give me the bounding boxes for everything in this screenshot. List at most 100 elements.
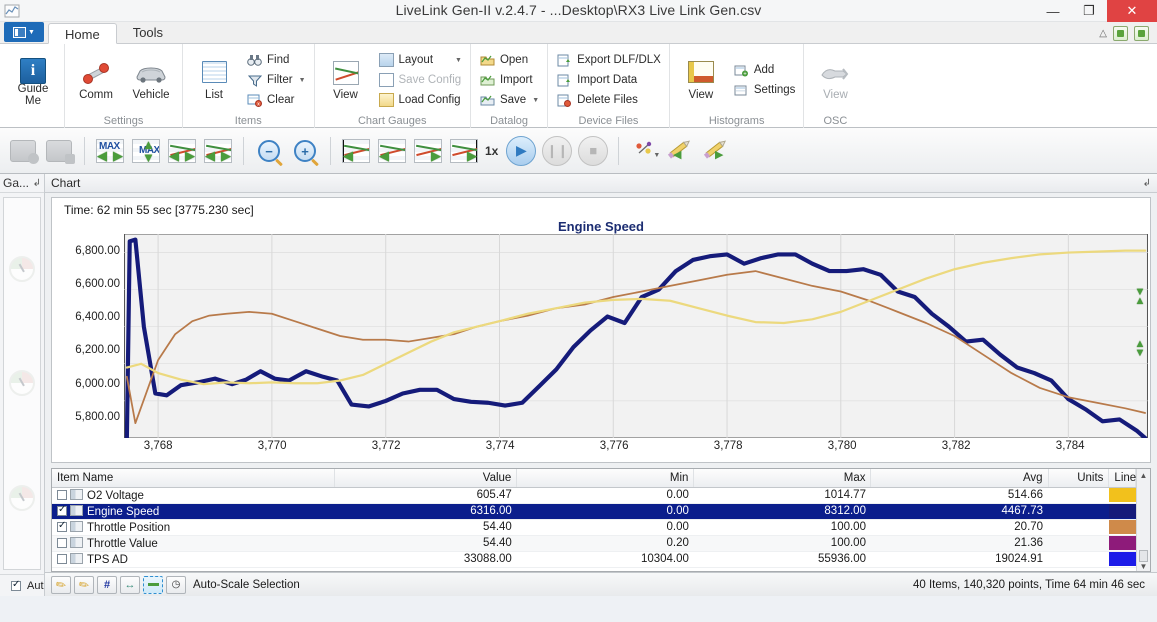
save-button[interactable]: Save ▼ bbox=[476, 91, 542, 110]
plot-area[interactable] bbox=[124, 234, 1148, 438]
scale-arrows-lower[interactable]: ▲ ▼ bbox=[1132, 339, 1148, 359]
row-checkbox[interactable] bbox=[57, 520, 67, 532]
scale-button[interactable]: ◷ bbox=[166, 575, 186, 594]
zoom-out-button[interactable]: − bbox=[252, 134, 286, 168]
table-header-max[interactable]: Max bbox=[693, 469, 872, 488]
table-header-value[interactable]: Value bbox=[334, 469, 518, 488]
chart-start-button[interactable]: ◀ bbox=[339, 134, 373, 168]
layout-button[interactable]: Layout ▼ bbox=[375, 51, 465, 70]
chart-end-button[interactable]: ▶ bbox=[447, 134, 481, 168]
import-button[interactable]: Import bbox=[476, 71, 542, 90]
comm-button[interactable]: Comm bbox=[70, 59, 122, 101]
row-checkbox[interactable] bbox=[57, 537, 67, 548]
scroll-down-icon[interactable]: ▼ bbox=[1137, 562, 1150, 571]
close-button[interactable]: ✕ bbox=[1107, 0, 1157, 22]
max-left-right-button[interactable]: MAX ◀ ▶ bbox=[93, 134, 127, 168]
table-row[interactable]: Engine Speed 6316.000.008312.004467.73 bbox=[52, 503, 1136, 520]
tab-home[interactable]: Home bbox=[48, 23, 117, 44]
export-quick-icon[interactable] bbox=[1113, 26, 1128, 41]
minimize-button[interactable]: — bbox=[1035, 0, 1071, 22]
list-button[interactable]: List bbox=[188, 59, 240, 101]
chart-expand-button[interactable]: ◀ ▶ bbox=[201, 134, 235, 168]
row-avg-cell: 21.36 bbox=[870, 535, 1049, 552]
row-units-cell bbox=[1048, 519, 1109, 536]
pencil-red-button[interactable]: ✎ bbox=[74, 575, 94, 594]
row-avg-cell: 514.66 bbox=[870, 487, 1049, 504]
ribbon-group-title-guide bbox=[7, 114, 59, 128]
import-label: Import bbox=[499, 74, 533, 86]
table-row[interactable]: TPS AD 33088.00 10304.00 55936.00 19024.91 bbox=[52, 551, 1136, 568]
maximize-button[interactable]: ❐ bbox=[1071, 0, 1107, 22]
pencil-left-button[interactable]: ◀ bbox=[663, 134, 697, 168]
import-quick-icon[interactable] bbox=[1134, 26, 1149, 41]
tab-tools[interactable]: Tools bbox=[117, 22, 179, 43]
row-checkbox[interactable] bbox=[57, 553, 67, 564]
export-dlf-dlx-button[interactable]: Export DLF/DLX bbox=[553, 51, 664, 70]
row-checkbox[interactable] bbox=[57, 489, 67, 500]
table-row[interactable]: Throttle Value 54.40 0.20 100.00 21.36 bbox=[52, 535, 1136, 552]
playback-speed-label[interactable]: 1x bbox=[485, 144, 498, 158]
table-row[interactable]: O2 Voltage 605.47 0.00 1014.77 514.66 bbox=[52, 487, 1136, 504]
import-data-button[interactable]: Import Data bbox=[553, 71, 664, 90]
marker-button[interactable]: ▼ bbox=[627, 134, 661, 168]
chevron-down-icon: ▼ bbox=[28, 28, 35, 36]
gauge-item[interactable] bbox=[9, 256, 35, 283]
chart-view-button[interactable]: View bbox=[320, 59, 372, 101]
table-header-avg[interactable]: Avg bbox=[870, 469, 1049, 488]
gauge-item[interactable] bbox=[9, 370, 35, 397]
application-menu-button[interactable]: ▼ bbox=[4, 22, 44, 42]
chart-left-right-button[interactable]: ◀ ▶ bbox=[165, 134, 199, 168]
vehicle-button[interactable]: Vehicle bbox=[125, 59, 177, 101]
line-color-swatch[interactable] bbox=[1108, 552, 1136, 566]
line-color-swatch[interactable] bbox=[1108, 520, 1136, 534]
fit-width-button[interactable]: ↔ bbox=[120, 575, 140, 594]
row-avg-cell: 19024.91 bbox=[870, 551, 1049, 568]
play-button[interactable]: ▶ bbox=[504, 134, 538, 168]
auto-checkbox[interactable] bbox=[11, 579, 21, 591]
hash-button[interactable]: # bbox=[97, 575, 117, 594]
pencil-green-button[interactable]: ✎ bbox=[51, 575, 71, 594]
scroll-thumb[interactable] bbox=[1139, 550, 1148, 562]
y-tick-label: 5,800.00 bbox=[75, 411, 120, 423]
histogram-view-button[interactable]: View bbox=[675, 59, 727, 101]
gauge-item[interactable] bbox=[9, 484, 35, 511]
export-icon bbox=[556, 52, 573, 68]
max-updown-button[interactable]: MAX ▲ ▼ bbox=[129, 134, 163, 168]
chart-end-icon: ▶ bbox=[450, 138, 478, 163]
chart-next-button[interactable]: ▶ bbox=[411, 134, 445, 168]
load-config-button[interactable]: Load Config bbox=[375, 91, 465, 110]
select-band-button[interactable] bbox=[143, 575, 163, 594]
clear-button[interactable]: x Clear bbox=[243, 91, 309, 110]
histogram-settings-button[interactable]: Settings bbox=[730, 81, 799, 100]
line-color-swatch[interactable] bbox=[1108, 488, 1136, 502]
chart-scale-arrows: ▼ ▲ ▲ ▼ bbox=[1132, 287, 1148, 359]
filter-button[interactable]: Filter ▼ bbox=[243, 71, 309, 90]
pin-icon[interactable]: ↲ bbox=[1143, 178, 1151, 189]
scale-arrows-upper[interactable]: ▼ ▲ bbox=[1132, 287, 1148, 307]
data-item-icon bbox=[70, 552, 83, 564]
chart-prev-button[interactable]: ◀ bbox=[375, 134, 409, 168]
pencil-right-button[interactable]: ▶ bbox=[699, 134, 733, 168]
table-scrollbar[interactable]: ▲ ▼ bbox=[1136, 469, 1150, 571]
table-header-name[interactable]: Item Name bbox=[52, 469, 335, 488]
scroll-up-icon[interactable]: ▲ bbox=[1137, 469, 1150, 480]
row-line-color bbox=[1108, 487, 1136, 504]
find-button[interactable]: Find bbox=[243, 51, 309, 70]
line-color-swatch[interactable] bbox=[1108, 504, 1136, 518]
guide-me-button[interactable]: i Guide Me bbox=[7, 53, 59, 107]
histogram-add-button[interactable]: + Add bbox=[730, 61, 799, 80]
zoom-in-button[interactable]: + bbox=[288, 134, 322, 168]
table-header-units[interactable]: Units bbox=[1048, 469, 1110, 488]
help-chevron-icon[interactable]: △ bbox=[1099, 28, 1107, 39]
table-header-line[interactable]: Line bbox=[1108, 469, 1136, 488]
x-tick-label: 3,782 bbox=[941, 440, 971, 452]
window-title: LiveLink Gen-II v.2.4.7 - ...Desktop\RX3… bbox=[395, 2, 762, 18]
table-header-min[interactable]: Min bbox=[516, 469, 695, 488]
row-checkbox[interactable] bbox=[57, 504, 67, 516]
table-row[interactable]: Throttle Position 54.400.00100.0020.70 bbox=[52, 519, 1136, 536]
open-button[interactable]: Open bbox=[476, 51, 542, 70]
car-icon bbox=[134, 61, 168, 89]
pin-icon[interactable]: ↲ bbox=[33, 178, 41, 189]
delete-files-button[interactable]: Delete Files bbox=[553, 91, 664, 110]
line-color-swatch[interactable] bbox=[1108, 536, 1136, 550]
